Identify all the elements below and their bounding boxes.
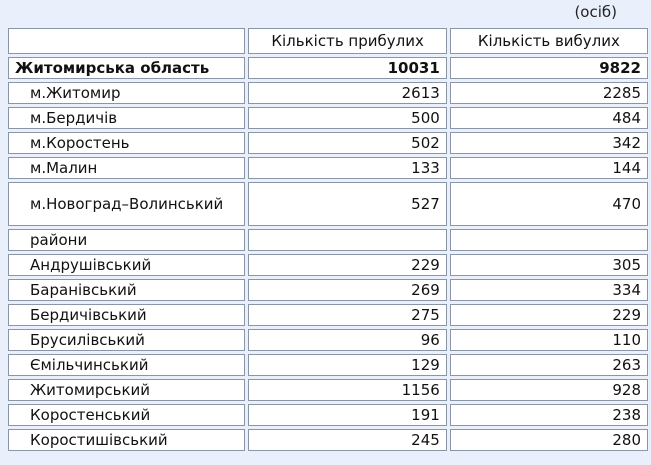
arrived-value: 96 <box>248 329 447 351</box>
header-cell-empty <box>8 28 246 54</box>
header-cell-departed: Кількість вибулих <box>449 28 648 54</box>
departed-value: 2285 <box>449 82 648 104</box>
arrived-value: 129 <box>248 354 447 376</box>
departed-value: 470 <box>449 182 648 226</box>
page: (осіб) Кількість прибулих Кількість вибу… <box>0 0 651 465</box>
departed-value: 144 <box>449 157 648 179</box>
table-row: м.Новоград–Волинський 527 470 <box>8 182 648 226</box>
departed-value: 9822 <box>449 57 648 79</box>
table-row: Коростишівський 245 280 <box>8 429 648 451</box>
table-row: Андрушівський 229 305 <box>8 254 648 276</box>
departed-value: 342 <box>449 132 648 154</box>
arrived-value: 502 <box>248 132 447 154</box>
arrived-value: 10031 <box>248 57 447 79</box>
table-row: м.Малин 133 144 <box>8 157 648 179</box>
region-name: м.Бердичів <box>8 107 246 129</box>
departed-value: 305 <box>449 254 648 276</box>
departed-value: 280 <box>449 429 648 451</box>
region-name: Баранівський <box>8 279 246 301</box>
region-name: м.Коростень <box>8 132 246 154</box>
table-row-section: райони <box>8 229 648 251</box>
arrived-value: 500 <box>248 107 447 129</box>
region-name: м.Житомир <box>8 82 246 104</box>
departed-value: 263 <box>449 354 648 376</box>
region-name: Коростенський <box>8 404 246 426</box>
table-row: м.Коростень 502 342 <box>8 132 648 154</box>
arrived-value: 229 <box>248 254 447 276</box>
arrived-value: 245 <box>248 429 447 451</box>
region-name: Житомирський <box>8 379 246 401</box>
region-name: Ємільчинський <box>8 354 246 376</box>
arrived-value: 1156 <box>248 379 447 401</box>
table-row: м.Бердичів 500 484 <box>8 107 648 129</box>
departed-value: 238 <box>449 404 648 426</box>
table-row: Ємільчинський 129 263 <box>8 354 648 376</box>
region-name: Житомирська область <box>8 57 246 79</box>
departed-value: 484 <box>449 107 648 129</box>
region-name: Коростишівський <box>8 429 246 451</box>
unit-label: (осіб) <box>574 3 617 21</box>
arrived-value: 191 <box>248 404 447 426</box>
unit-row: (осіб) <box>0 0 651 24</box>
migration-table: Кількість прибулих Кількість вибулих Жит… <box>5 25 651 454</box>
empty-cell <box>449 229 648 251</box>
departed-value: 928 <box>449 379 648 401</box>
table-header-row: Кількість прибулих Кількість вибулих <box>8 28 648 54</box>
arrived-value: 133 <box>248 157 447 179</box>
departed-value: 110 <box>449 329 648 351</box>
arrived-value: 269 <box>248 279 447 301</box>
arrived-value: 2613 <box>248 82 447 104</box>
region-name: м.Новоград–Волинський <box>8 182 246 226</box>
arrived-value: 527 <box>248 182 447 226</box>
region-name: Брусилівський <box>8 329 246 351</box>
table-row: Баранівський 269 334 <box>8 279 648 301</box>
region-name: Бердичівський <box>8 304 246 326</box>
section-label: райони <box>8 229 246 251</box>
empty-cell <box>248 229 447 251</box>
header-cell-arrived: Кількість прибулих <box>248 28 447 54</box>
table-row: м.Житомир 2613 2285 <box>8 82 648 104</box>
table-row: Коростенський 191 238 <box>8 404 648 426</box>
table-row: Брусилівський 96 110 <box>8 329 648 351</box>
departed-value: 229 <box>449 304 648 326</box>
table-row: Бердичівський 275 229 <box>8 304 648 326</box>
table-row-total: Житомирська область 10031 9822 <box>8 57 648 79</box>
region-name: м.Малин <box>8 157 246 179</box>
departed-value: 334 <box>449 279 648 301</box>
arrived-value: 275 <box>248 304 447 326</box>
region-name: Андрушівський <box>8 254 246 276</box>
table-row: Житомирський 1156 928 <box>8 379 648 401</box>
